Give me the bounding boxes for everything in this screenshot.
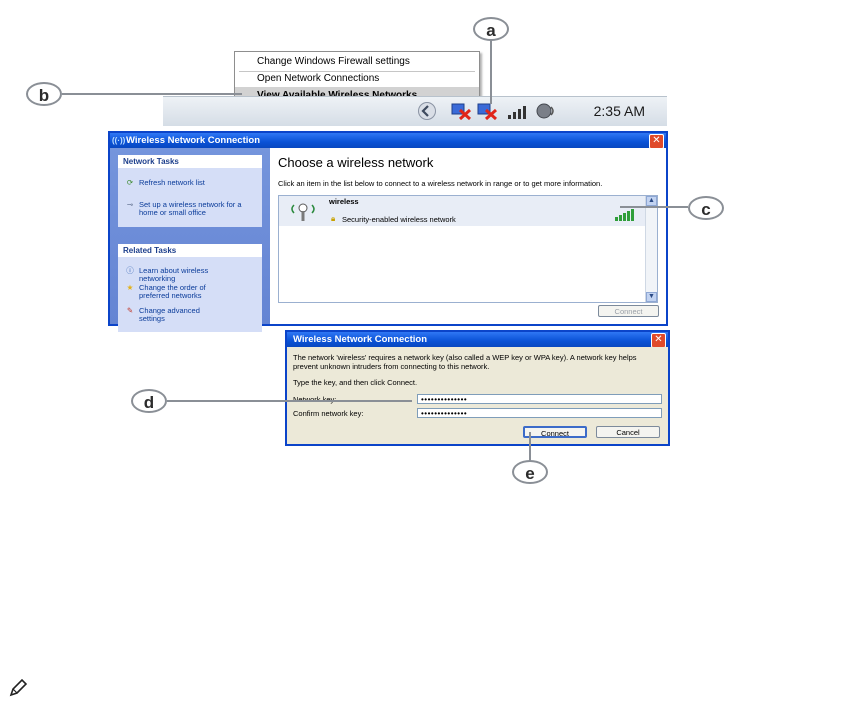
close-icon: ✕ xyxy=(652,135,661,146)
lock-icon: 🔒︎ xyxy=(331,214,336,223)
dialog-titlebar: Wireless Network Connection xyxy=(287,332,668,347)
task-learn-wireless[interactable]: ⓘ Learn about wireless networking xyxy=(124,267,224,283)
network-list-item[interactable]: wireless 🔒︎ Security-enabled wireless ne… xyxy=(279,196,645,226)
callout-line-e xyxy=(529,432,531,462)
dialog-title: Wireless Network Connection xyxy=(293,334,427,345)
confirm-key-field[interactable]: •••••••••••••• xyxy=(417,408,662,418)
callout-line-d xyxy=(167,400,412,402)
task-setup-wireless[interactable]: ⊸ Set up a wireless network for a home or… xyxy=(124,201,254,217)
dialog-cancel-button[interactable]: Cancel xyxy=(596,426,660,438)
task-change-order[interactable]: ★ Change the order of preferred networks xyxy=(124,284,234,300)
network-tasks-box: Network Tasks ⟳ Refresh network list ⊸ Set… xyxy=(118,155,262,227)
tasks-pane: Network Tasks ⟳ Refresh network list ⊸ Set… xyxy=(110,148,270,332)
callout-line-a xyxy=(490,40,492,104)
dialog-close-button[interactable]: ✕ xyxy=(651,333,666,348)
close-button[interactable]: ✕ xyxy=(649,134,664,149)
help-icon: ⓘ xyxy=(126,266,134,275)
dialog-prompt: Type the key, and then click Connect. xyxy=(293,378,418,387)
callout-e: e xyxy=(512,460,548,484)
network-name: wireless xyxy=(329,197,359,206)
confirm-key-label: Confirm network key: xyxy=(293,409,364,418)
task-change-advanced[interactable]: ✎ Change advanced settings xyxy=(124,307,224,323)
star-icon: ★ xyxy=(126,283,134,292)
wireless-disconnected-icon[interactable] xyxy=(476,102,498,120)
pencil-note-icon xyxy=(9,678,28,697)
scroll-up-button[interactable]: ▲ xyxy=(646,196,657,206)
callout-a: a xyxy=(473,17,509,41)
network-list-scrollbar[interactable]: ▲ ▼ xyxy=(645,196,657,302)
window-titlebar: ((·)) Wireless Network Connection xyxy=(110,133,666,148)
network-key-dialog: Wireless Network Connection ✕ The networ… xyxy=(285,330,670,446)
menu-item-open-network-connections[interactable]: Open Network Connections xyxy=(235,70,479,87)
callout-line-b xyxy=(62,93,242,95)
network-tasks-header: Network Tasks xyxy=(118,155,262,168)
wireless-title-icon: ((·)) xyxy=(112,136,126,145)
callout-b: b xyxy=(26,82,62,106)
network-security: Security-enabled wireless network xyxy=(342,215,456,224)
close-icon: ✕ xyxy=(654,334,663,345)
window-title: Wireless Network Connection xyxy=(126,135,260,146)
wireless-setup-icon: ⊸ xyxy=(126,200,134,209)
menu-item-change-firewall[interactable]: Change Windows Firewall settings xyxy=(235,53,479,70)
wireless-network-window: ((·)) Wireless Network Connection ✕ Netw… xyxy=(108,131,668,332)
network-list: wireless 🔒︎ Security-enabled wireless ne… xyxy=(278,195,658,303)
callout-line-c xyxy=(620,206,688,208)
volume-icon[interactable] xyxy=(535,102,557,120)
clock[interactable]: 2:35 AM xyxy=(594,103,645,119)
related-tasks-box: Related Tasks ⓘ Learn about wireless netw… xyxy=(118,244,262,332)
task-refresh-network-list[interactable]: ⟳ Refresh network list xyxy=(124,179,205,187)
page-title: Choose a wireless network xyxy=(278,155,434,170)
related-tasks-header: Related Tasks xyxy=(118,244,262,257)
callout-c: c xyxy=(688,196,724,220)
signal-strength-icon[interactable] xyxy=(507,103,531,120)
settings-icon: ✎ xyxy=(126,306,134,315)
dialog-connect-button[interactable]: Connect xyxy=(523,426,587,438)
refresh-icon: ⟳ xyxy=(126,178,134,187)
scroll-down-button[interactable]: ▼ xyxy=(646,292,657,302)
network-disconnected-icon[interactable] xyxy=(450,102,472,120)
dialog-body: The network 'wireless' requires a networ… xyxy=(287,347,668,444)
connect-button[interactable]: Connect xyxy=(598,305,659,317)
antenna-icon xyxy=(291,203,315,221)
dialog-message: The network 'wireless' requires a networ… xyxy=(293,353,637,371)
instruction-text: Click an item in the list below to conne… xyxy=(278,179,603,188)
network-key-field[interactable]: •••••••••••••• xyxy=(417,394,662,404)
callout-d: d xyxy=(131,389,167,413)
show-hidden-icons-icon[interactable] xyxy=(417,101,437,121)
system-tray: 2:35 AM xyxy=(163,96,667,126)
signal-bars-icon xyxy=(615,209,634,221)
